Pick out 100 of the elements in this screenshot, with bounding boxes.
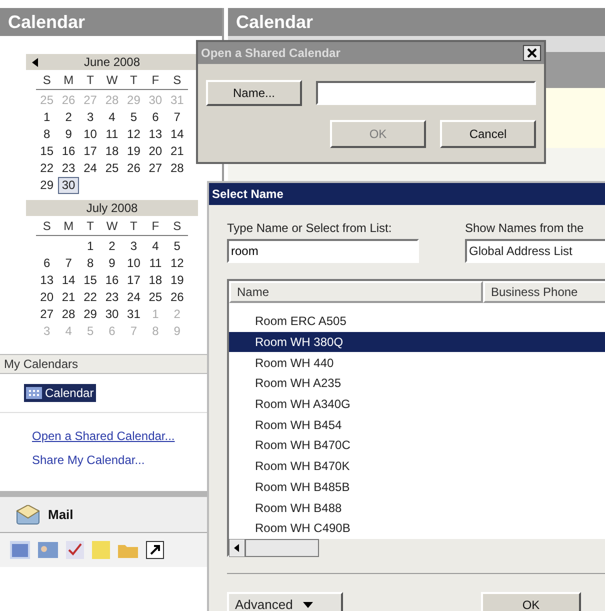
calendar-day[interactable]: 27 xyxy=(144,160,166,177)
name-input[interactable] xyxy=(316,81,536,105)
dropdown-caret-icon xyxy=(302,602,313,608)
list-row[interactable]: Room WH A235 xyxy=(229,373,605,394)
search-label: Type Name or Select from List: xyxy=(227,220,393,237)
calendar-day[interactable]: 4 xyxy=(144,238,166,255)
main-title: Calendar xyxy=(228,8,605,36)
list-row[interactable]: Room WH 440 xyxy=(229,352,605,374)
calendar-day[interactable]: 28 xyxy=(166,160,188,177)
shortcut-icon[interactable] xyxy=(146,541,164,559)
calendar-day[interactable]: 7 xyxy=(58,255,80,272)
name-button[interactable]: Name... xyxy=(206,80,302,106)
list-row[interactable]: Room WH B488 xyxy=(229,497,605,518)
calendar-day[interactable]: 28 xyxy=(58,306,80,323)
list-row[interactable]: Room WH A340G xyxy=(229,394,605,414)
calendar-day[interactable]: 4 xyxy=(101,109,123,126)
calendar-day[interactable]: 15 xyxy=(79,272,102,289)
calendar-day[interactable]: 2 xyxy=(101,238,123,255)
tasks-icon[interactable] xyxy=(66,541,84,559)
calendar-day[interactable]: 18 xyxy=(144,272,166,289)
calendar-day[interactable]: 29 xyxy=(79,306,102,323)
envelope-icon xyxy=(16,504,40,524)
calendar-day[interactable]: 22 xyxy=(36,160,58,177)
calendar-day[interactable]: 3 xyxy=(122,238,145,255)
calendar-day[interactable]: 2 xyxy=(58,109,80,126)
calendar-day[interactable]: 21 xyxy=(58,289,80,306)
calendar-day[interactable]: 10 xyxy=(79,126,102,143)
calendar-day[interactable]: 18 xyxy=(101,143,123,160)
calendar-day[interactable]: 23 xyxy=(58,160,80,177)
list-row[interactable]: Room WH B470C xyxy=(229,435,605,456)
calendar-day[interactable]: 16 xyxy=(101,272,123,289)
calendar-day[interactable]: 30 xyxy=(58,177,80,194)
calendar-day[interactable]: 12 xyxy=(122,126,145,143)
calendar-day[interactable]: 23 xyxy=(101,289,123,306)
list-row[interactable]: Room ERC A505 xyxy=(229,311,605,332)
weekday-label: T xyxy=(86,73,95,88)
calendar-day[interactable]: 20 xyxy=(144,143,166,160)
calendar-day[interactable]: 5 xyxy=(122,109,145,126)
calendar-day[interactable]: 16 xyxy=(58,143,80,160)
cancel-button[interactable]: Cancel xyxy=(440,120,536,148)
horizontal-scrollbar[interactable] xyxy=(229,538,605,557)
list-row[interactable]: Room WH B485B xyxy=(229,476,605,498)
calendar-day[interactable]: 3 xyxy=(79,109,102,126)
calendar-day[interactable]: 30 xyxy=(101,306,123,323)
close-button[interactable] xyxy=(523,45,541,61)
calendar-day[interactable]: 15 xyxy=(36,143,58,160)
calendar-day[interactable]: 17 xyxy=(122,272,145,289)
calendar-day[interactable]: 8 xyxy=(79,255,102,272)
calendar-day[interactable]: 27 xyxy=(36,306,58,323)
calendar-day[interactable]: 5 xyxy=(166,238,188,255)
dialog-title: Open a Shared Calendar xyxy=(201,45,340,62)
calendar-day[interactable]: 6 xyxy=(144,109,166,126)
weekday-label: F xyxy=(150,219,160,234)
calendar-day[interactable]: 19 xyxy=(122,143,145,160)
ok-button[interactable]: OK xyxy=(481,592,581,611)
list-row[interactable]: Room WH B454 xyxy=(229,414,605,436)
calendar-day[interactable]: 29 xyxy=(36,177,58,194)
calendar-day[interactable]: 12 xyxy=(166,255,188,272)
weekday-label: S xyxy=(172,219,182,234)
column-header[interactable]: Business Phone xyxy=(483,281,605,303)
scroll-left-icon[interactable] xyxy=(229,538,245,557)
search-field[interactable]: room xyxy=(227,239,419,263)
calendar-day[interactable]: 11 xyxy=(144,255,166,272)
calendar-day[interactable]: 6 xyxy=(36,255,58,272)
calendar-day[interactable]: 22 xyxy=(79,289,102,306)
list-row[interactable]: Room WH 380Q xyxy=(229,332,605,352)
advanced-button[interactable]: Advanced xyxy=(227,592,343,611)
address-book-label: Show Names from the xyxy=(465,220,585,237)
calendar-day[interactable]: 1 xyxy=(36,109,58,126)
calendar-day[interactable]: 24 xyxy=(122,289,145,306)
weekday-label: T xyxy=(86,219,95,234)
calendar-day[interactable]: 1 xyxy=(79,238,102,255)
calendar-day[interactable]: 26 xyxy=(122,160,145,177)
calendar-day[interactable]: 25 xyxy=(144,289,166,306)
calendar-day[interactable]: 9 xyxy=(101,255,123,272)
calendar-item[interactable]: Calendar xyxy=(24,384,96,402)
calendar-day[interactable]: 31 xyxy=(122,306,145,323)
list-row[interactable]: Room WH B470K xyxy=(229,456,605,476)
calendar-day[interactable]: 20 xyxy=(36,289,58,306)
address-book-dropdown[interactable]: Global Address List xyxy=(465,239,605,263)
calendar-day[interactable]: 17 xyxy=(79,143,102,160)
calendar-day[interactable]: 7 xyxy=(166,109,188,126)
calendar-day[interactable]: 13 xyxy=(144,126,166,143)
list-row[interactable]: Room WH C490B xyxy=(229,518,605,539)
calendar-day[interactable]: 25 xyxy=(101,160,123,177)
calendar-day[interactable]: 19 xyxy=(166,272,188,289)
calendar-day[interactable]: 14 xyxy=(58,272,80,289)
weekday-label: S xyxy=(172,73,182,88)
calendar-day[interactable]: 21 xyxy=(166,143,188,160)
calendar-day[interactable]: 14 xyxy=(166,126,188,143)
month-title: July 2008 xyxy=(86,200,138,217)
calendar-day[interactable]: 9 xyxy=(58,126,80,143)
calendar-day[interactable]: 24 xyxy=(79,160,102,177)
previous-month-icon[interactable] xyxy=(32,58,38,66)
calendar-day[interactable]: 26 xyxy=(166,289,188,306)
column-header[interactable]: Name xyxy=(229,281,483,303)
calendar-day[interactable]: 11 xyxy=(101,126,123,143)
calendar-day[interactable]: 13 xyxy=(36,272,58,289)
calendar-day[interactable]: 10 xyxy=(122,255,145,272)
calendar-day[interactable]: 8 xyxy=(36,126,58,143)
